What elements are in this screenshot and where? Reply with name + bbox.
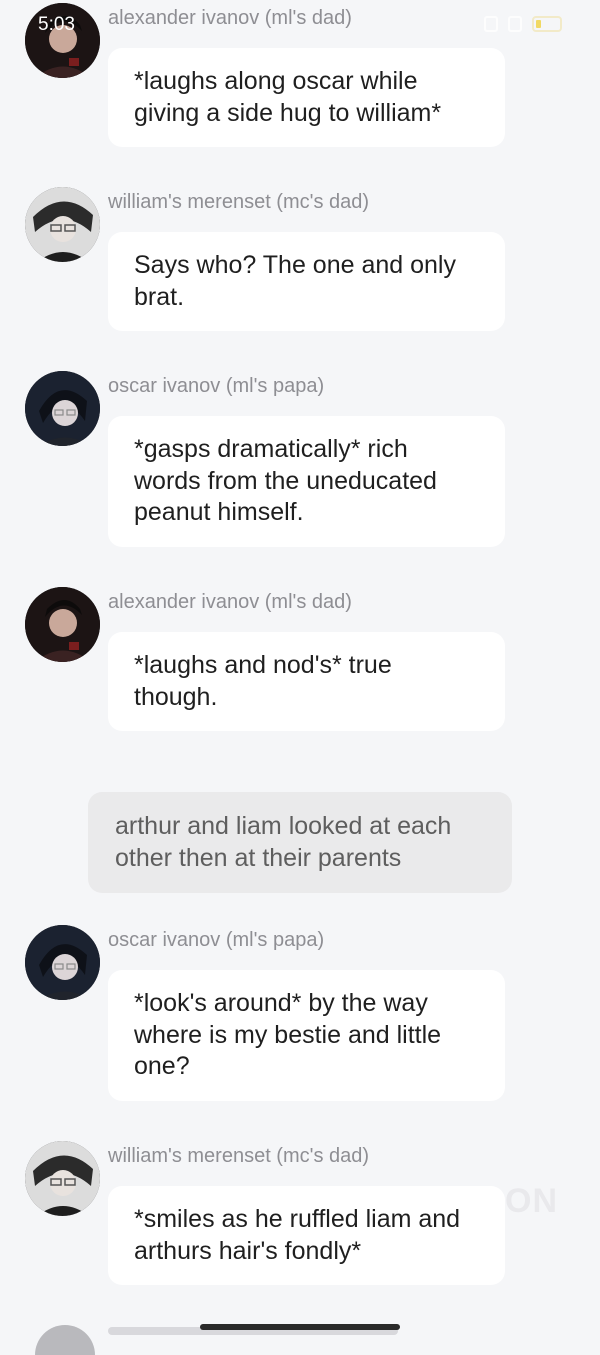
william-avatar-icon <box>25 187 100 262</box>
message-bubble[interactable]: *smiles as he ruffled liam and arthurs h… <box>108 1186 505 1285</box>
sender-name: william's merenset (mc's dad) <box>108 1145 370 1167</box>
message-bubble[interactable]: Says who? The one and only brat. <box>108 232 505 331</box>
avatar[interactable] <box>35 1325 95 1355</box>
sender-name: oscar ivanov (ml's papa) <box>108 375 325 397</box>
message-bubble[interactable]: *look's around* by the way where is my b… <box>108 970 505 1101</box>
message-bubble[interactable]: *gasps dramatically* rich words from the… <box>108 416 505 547</box>
message-bubble[interactable]: *laughs along oscar while giving a side … <box>108 48 505 147</box>
sender-name: oscar ivanov (ml's papa) <box>108 929 325 951</box>
status-icons <box>484 16 562 32</box>
avatar[interactable] <box>25 371 100 446</box>
battery-icon <box>532 16 562 32</box>
william-avatar-icon <box>25 1141 100 1216</box>
sender-name: alexander ivanov (ml's dad) <box>108 591 352 613</box>
sender-name: alexander ivanov (ml's dad) <box>108 7 352 29</box>
avatar[interactable] <box>25 1141 100 1216</box>
vibrate-icon <box>484 16 498 32</box>
signal-icon <box>508 16 522 32</box>
home-indicator[interactable] <box>200 1324 400 1330</box>
alexander-avatar-icon <box>25 587 100 662</box>
avatar[interactable] <box>25 187 100 262</box>
sender-name: william's merenset (mc's dad) <box>108 191 370 213</box>
message-bubble[interactable]: *laughs and nod's* true though. <box>108 632 505 731</box>
narration-bubble[interactable]: arthur and liam looked at each other the… <box>88 792 512 893</box>
avatar[interactable] <box>25 925 100 1000</box>
oscar-avatar-icon <box>25 371 100 446</box>
watermark: ON <box>505 1182 558 1220</box>
status-time: 5:03 <box>38 14 75 35</box>
oscar-avatar-icon <box>25 925 100 1000</box>
avatar[interactable] <box>25 587 100 662</box>
